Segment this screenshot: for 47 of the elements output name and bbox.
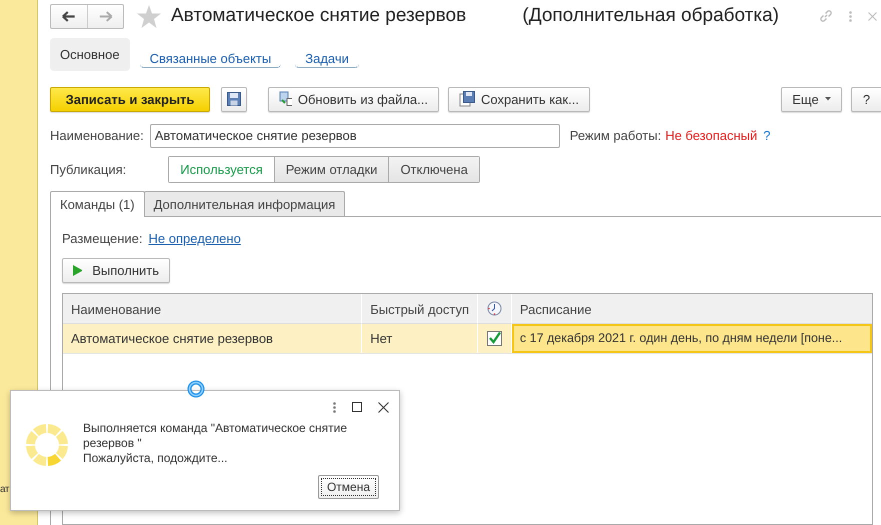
table-cell: Автоматическое снятие резервов — [71, 331, 273, 346]
more-icon[interactable] — [333, 402, 336, 412]
close-icon[interactable] — [378, 402, 389, 412]
table-cell: Нет — [370, 331, 392, 346]
window-title: Автоматическое снятие резервов — [171, 5, 466, 27]
placement-link[interactable]: Не определено — [148, 231, 241, 246]
table-cell[interactable]: с 17 декабря 2021 г. один день, по дням недели [поне... — [512, 324, 872, 353]
name-field[interactable]: Автоматическое снятие резервов — [150, 124, 560, 148]
field-label: Режим работы: — [570, 128, 662, 143]
document-icon — [279, 91, 292, 107]
star-icon[interactable] — [137, 4, 161, 28]
play-icon — [73, 265, 82, 276]
column-header[interactable]: Быстрый доступ — [362, 294, 478, 324]
mode-value: Не безопасный — [665, 128, 758, 143]
maximize-icon[interactable] — [352, 402, 362, 412]
tab[interactable]: Дополнительная информация — [144, 191, 346, 216]
cancel-button[interactable]: Отмена — [318, 475, 379, 499]
nav-tab[interactable]: Задачи — [295, 42, 359, 68]
help-link[interactable]: ? — [763, 128, 770, 143]
spinner-icon — [23, 421, 71, 469]
sidebar-text: ат — [0, 484, 9, 495]
tab[interactable]: Команды (1) — [50, 191, 145, 217]
help-button[interactable]: ? — [851, 86, 881, 112]
caret-icon — [824, 97, 831, 101]
run-button[interactable]: Выполнить — [62, 258, 170, 283]
wait-message: Пожалуйста, подождите... — [83, 451, 228, 466]
column-header[interactable]: Наименование — [63, 294, 362, 324]
clock-icon — [486, 301, 502, 316]
mode-option[interactable]: Отключена — [388, 157, 479, 182]
status-message: Выполняется команда "Автоматическое снятие резервов " — [83, 421, 348, 451]
nav-tab[interactable]: Основное — [50, 38, 130, 71]
field-label: Публикация: — [50, 162, 126, 177]
save-button[interactable] — [221, 86, 247, 112]
window-subtitle: (Дополнительная обработка) — [522, 5, 779, 27]
checkbox[interactable] — [486, 331, 502, 346]
save-as-button[interactable]: Сохранить как... — [448, 86, 590, 112]
field-label: Наименование: — [50, 128, 144, 143]
loading-ring-icon — [187, 380, 205, 398]
nav-tab[interactable]: Связанные объекты — [140, 42, 282, 68]
field-label: Размещение: — [62, 231, 143, 246]
column-header[interactable]: Расписание — [512, 294, 872, 324]
update-from-file-button[interactable]: Обновить из файла... — [268, 86, 439, 112]
save-and-close-button[interactable]: Записать и закрыть — [50, 86, 210, 112]
more-button[interactable]: Еще — [781, 86, 842, 112]
floppy-disk-icon — [459, 91, 475, 107]
table-row[interactable]: Автоматическое снятие резервов Нет с 17 декабря 2021 г. один день, по дням недели [поне... — [63, 324, 872, 354]
mode-option[interactable]: Режим отладки — [274, 157, 388, 182]
